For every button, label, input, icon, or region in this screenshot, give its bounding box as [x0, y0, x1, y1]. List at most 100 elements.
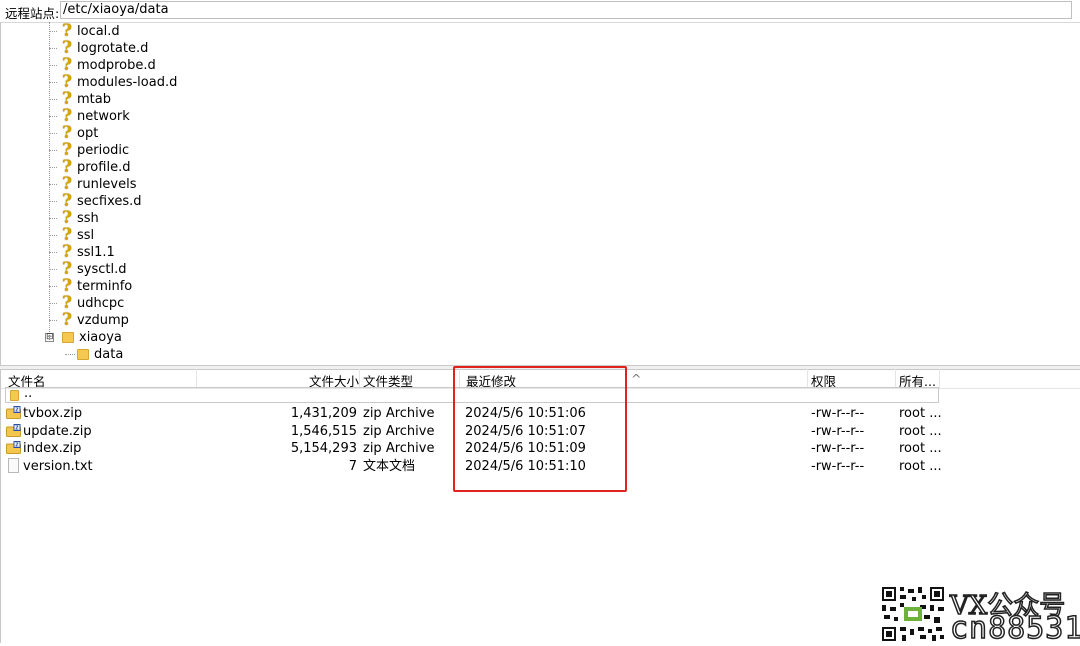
- tree-branch-line: [65, 354, 75, 355]
- tree-item[interactable]: ? udhcpc: [49, 295, 124, 312]
- tree-item-label: sysctl.d: [77, 262, 127, 277]
- svg-text:Z: Z: [15, 443, 19, 449]
- collapse-expander-icon[interactable]: ⊟: [45, 333, 54, 342]
- tree-item-label: runlevels: [77, 177, 137, 192]
- tree-branch-line: [49, 286, 57, 287]
- column-divider[interactable]: [895, 369, 896, 388]
- zip-icon: Z: [6, 441, 21, 454]
- file-perms-cell: -rw-r--r--: [811, 458, 865, 474]
- tree-item-label: mtab: [77, 92, 111, 107]
- tree-item[interactable]: ? ssh: [49, 210, 99, 227]
- tree-item-label: ssh: [77, 211, 99, 226]
- file-owner-cell: root ...: [899, 458, 942, 474]
- file-name-cell: version.txt: [23, 458, 93, 474]
- tree-item[interactable]: ? opt: [49, 125, 98, 142]
- file-type-cell: zip Archive: [363, 406, 435, 421]
- file-perms-cell: -rw-r--r--: [811, 423, 865, 439]
- folder-icon: [62, 332, 74, 343]
- tree-item-label: udhcpc: [77, 296, 125, 311]
- tree-item-label: opt: [77, 126, 99, 141]
- column-divider[interactable]: [807, 369, 808, 388]
- file-perms-cell: -rw-r--r--: [811, 441, 865, 456]
- column-divider[interactable]: [359, 369, 360, 388]
- folder-icon: [77, 349, 89, 360]
- remote-site-label: 远程站点:: [5, 6, 60, 21]
- file-size-cell: 1,431,209: [290, 406, 357, 421]
- unknown-folder-icon: ?: [62, 310, 72, 330]
- tree-item-label: secfixes.d: [77, 194, 142, 209]
- qr-code-icon: [880, 585, 946, 643]
- file-type-cell: 文本文档: [363, 458, 416, 474]
- unknown-folder-icon: ?: [62, 106, 72, 126]
- remote-directory-tree: ? local.d? logrotate.d? modprobe.d? modules-…: [0, 22, 1080, 365]
- unknown-folder-icon: ?: [62, 140, 72, 160]
- tree-branch-line: [49, 150, 57, 151]
- unknown-folder-icon: ?: [62, 208, 72, 228]
- tree-item-label: periodic: [77, 143, 130, 158]
- tree-item-label: modprobe.d: [77, 58, 156, 73]
- watermark-line2: cn88531: [949, 610, 1080, 646]
- file-size-cell: 1,546,515: [290, 423, 357, 439]
- unknown-folder-icon: ?: [62, 72, 72, 92]
- tree-item-label: xiaoya: [79, 330, 122, 345]
- unknown-folder-icon: ?: [62, 123, 72, 143]
- watermark: VX公众号 cn88531: [880, 585, 1080, 646]
- unknown-folder-icon: ?: [62, 225, 72, 245]
- file-perms-cell: -rw-r--r--: [811, 406, 865, 421]
- remote-path-input[interactable]: /etc/xiaoya/data: [60, 1, 1072, 19]
- tree-branch-line: [49, 201, 57, 202]
- tree-item-label: modules-load.d: [77, 75, 178, 90]
- unknown-folder-icon: ?: [62, 157, 72, 177]
- tree-branch-line: [49, 218, 57, 219]
- file-size-cell: 5,154,293: [290, 441, 357, 456]
- tree-item[interactable]: ? ssl1.1: [49, 244, 115, 261]
- tree-item-xiaoya[interactable]: ⊟ xiaoya: [45, 329, 122, 346]
- unknown-folder-icon: ?: [62, 242, 72, 262]
- tree-item-data[interactable]: data: [65, 346, 123, 363]
- sort-ascending-icon: ^: [631, 371, 642, 386]
- tree-item-label: ssl: [77, 228, 95, 243]
- parent-directory-label: ..: [24, 386, 33, 401]
- tree-item-label: terminfo: [77, 279, 133, 294]
- highlight-box: [453, 366, 627, 492]
- unknown-folder-icon: ?: [62, 276, 72, 296]
- tree-item-label: logrotate.d: [77, 41, 149, 56]
- zip-icon: Z: [6, 423, 21, 437]
- unknown-folder-icon: ?: [62, 191, 72, 211]
- tree-item-label: vzdump: [77, 313, 129, 328]
- svg-text:Z: Z: [15, 425, 19, 431]
- tree-item[interactable]: ? vzdump: [49, 312, 129, 329]
- remote-site-bar: 远程站点: /etc/xiaoya/data: [0, 0, 1080, 23]
- tree-branch-line: [49, 252, 57, 253]
- folder-icon: [10, 390, 19, 401]
- file-size-cell: 7: [348, 458, 357, 474]
- file-type-cell: zip Archive: [363, 423, 435, 439]
- tree-branch-line: [49, 48, 57, 49]
- tree-branch-line: [49, 31, 57, 32]
- text-file-icon: [8, 457, 19, 473]
- file-name-cell: tvbox.zip: [23, 406, 83, 421]
- tree-item[interactable]: ? mtab: [49, 91, 111, 108]
- file-owner-cell: root ...: [899, 441, 942, 456]
- tree-branch-line: [49, 167, 57, 168]
- file-name-cell: update.zip: [23, 423, 92, 439]
- file-type-cell: zip Archive: [363, 441, 435, 456]
- svg-text:Z: Z: [15, 408, 19, 414]
- zip-icon: Z: [6, 406, 21, 419]
- tree-item-label: network: [77, 109, 130, 124]
- tree-branch-line: [49, 116, 57, 117]
- column-divider[interactable]: [939, 369, 940, 388]
- unknown-folder-icon: ?: [62, 174, 72, 194]
- tree-branch-line: [49, 320, 57, 321]
- tree-branch-line: [49, 133, 57, 134]
- column-divider[interactable]: [196, 369, 197, 388]
- tree-branch-line: [49, 65, 57, 66]
- tree-item-label: profile.d: [77, 160, 131, 175]
- tree-branch-line: [49, 303, 57, 304]
- tree-item-label: data: [94, 347, 124, 362]
- tree-item[interactable]: ? sysctl.d: [49, 261, 126, 278]
- tree-branch-line: [49, 99, 57, 100]
- tree-item-label: ssl1.1: [77, 245, 115, 260]
- file-owner-cell: root ...: [899, 406, 942, 421]
- tree-item[interactable]: ? local.d: [49, 23, 120, 40]
